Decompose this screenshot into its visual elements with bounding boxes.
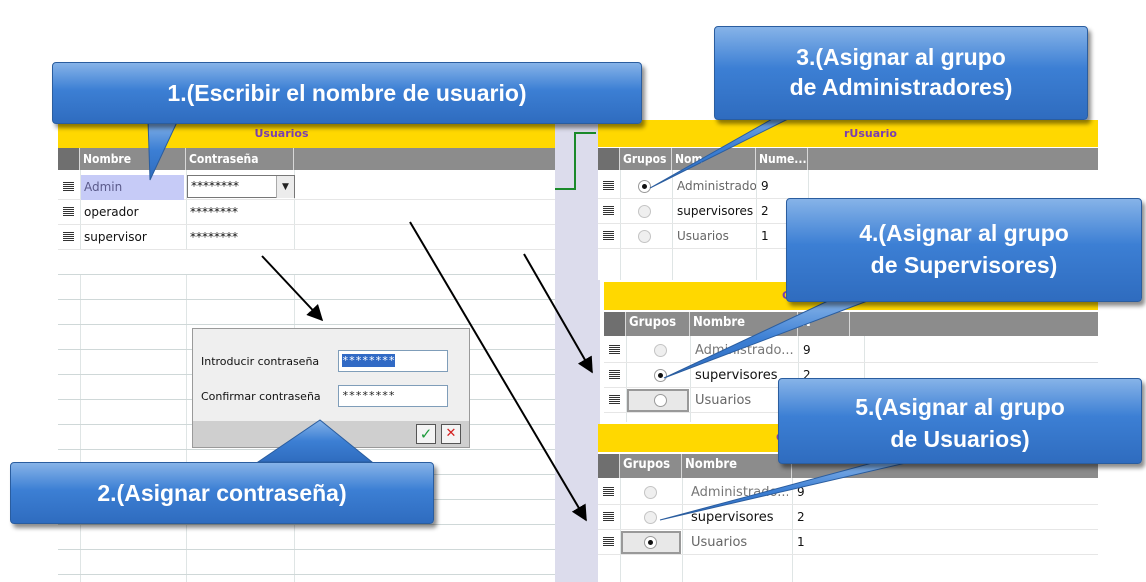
callout-5-tail [659, 461, 911, 521]
callout-2-tail [256, 419, 374, 463]
arrow-to-usuarios-group [409, 221, 587, 522]
callout-step-2: 2.(Asignar contraseña) [10, 462, 434, 524]
callout-step-3: 3.(Asignar al grupo de Administradores) [714, 26, 1088, 120]
callout-step-4: 4.(Asignar al grupo de Supervisores) [786, 198, 1142, 302]
arrow-to-supervisores-group [523, 253, 593, 374]
callout-step-5-line-1: 5.(Asignar al grupo [855, 394, 1065, 420]
callout-step-2-text: 2.(Asignar contraseña) [97, 480, 347, 506]
callout-4-tail [663, 299, 871, 379]
callout-step-4-line-1: 4.(Asignar al grupo [859, 220, 1069, 246]
callout-step-3-line-2: de Administradores) [789, 74, 1013, 100]
callout-step-1-text: 1.(Escribir el nombre de usuario) [167, 80, 527, 106]
callout-step-1: 1.(Escribir el nombre de usuario) [52, 62, 642, 124]
callout-step-5: 5.(Asignar al grupo de Usuarios) [778, 378, 1142, 464]
callout-step-3-line-1: 3.(Asignar al grupo [796, 44, 1006, 70]
callout-step-5-line-2: de Usuarios) [890, 426, 1030, 452]
arrow-to-dialog [261, 255, 324, 322]
callout-1-tail [147, 119, 179, 181]
callout-step-4-line-2: de Supervisores) [870, 252, 1058, 278]
callout-3-tail [649, 107, 811, 189]
